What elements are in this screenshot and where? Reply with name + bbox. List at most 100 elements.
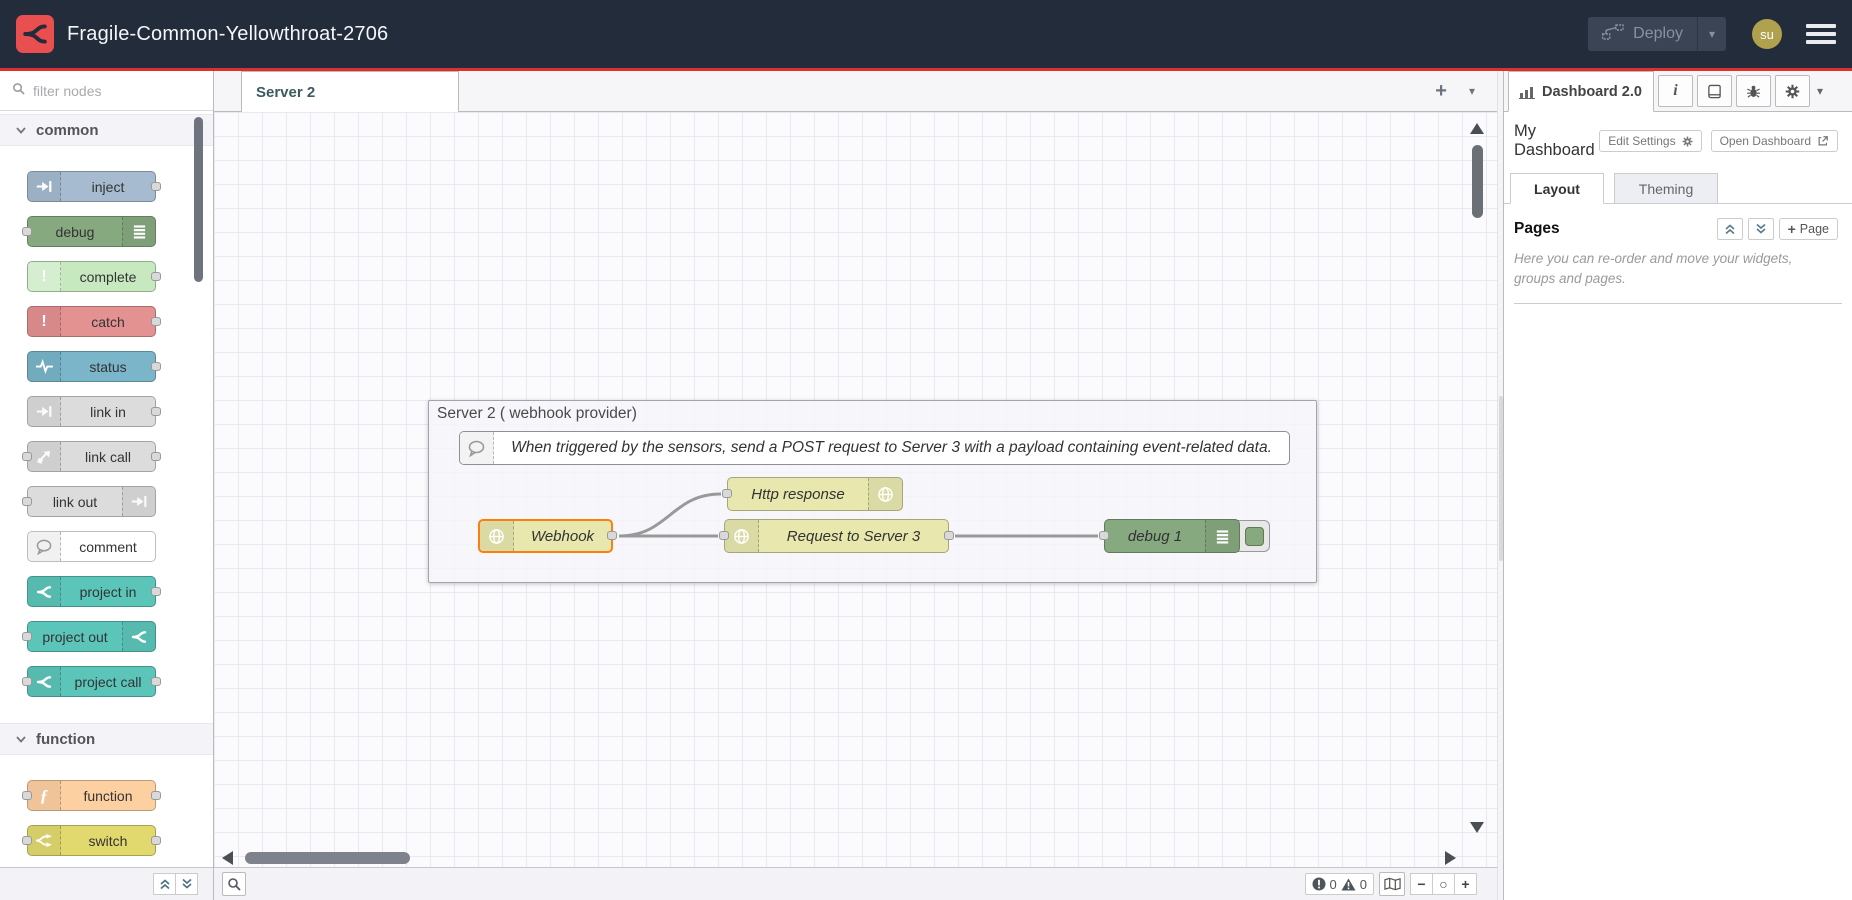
http-request-node[interactable]: Request to Server 3	[724, 519, 949, 553]
zoom-out-button[interactable]: −	[1410, 873, 1433, 895]
deploy-label: Deploy	[1633, 25, 1683, 43]
deploy-button-main[interactable]: Deploy	[1588, 24, 1697, 45]
double-chevron-down-icon	[181, 878, 193, 890]
project-link-icon	[28, 667, 61, 696]
input-port	[22, 632, 32, 641]
info-sidebar-button[interactable]: i	[1658, 75, 1693, 107]
link-out-icon	[122, 487, 155, 516]
workspace: Server 2 + ▾ Server 2 ( webhook provider…	[214, 71, 1497, 900]
palette-scroll-area[interactable]: common inject debug ! complete	[0, 111, 213, 867]
output-port	[151, 587, 161, 596]
http-response-node[interactable]: Http response	[727, 477, 903, 511]
gear-icon	[1682, 136, 1693, 147]
add-flow-button[interactable]: +	[1435, 80, 1447, 103]
palette-footer	[0, 867, 213, 900]
input-port[interactable]	[719, 531, 729, 540]
palette-node-catch[interactable]: ! catch	[27, 306, 156, 337]
tab-layout[interactable]: Layout	[1510, 173, 1604, 204]
input-port	[22, 227, 32, 236]
palette-node-project-in[interactable]: project in	[27, 576, 156, 607]
switch-fork-icon	[28, 826, 61, 855]
double-chevron-up-icon	[1724, 223, 1736, 235]
input-port[interactable]	[1099, 531, 1109, 540]
palette-node-project-out[interactable]: project out	[27, 621, 156, 652]
palette-node-comment[interactable]: comment	[27, 531, 156, 562]
palette-category-common-header[interactable]: common	[0, 114, 213, 146]
input-port[interactable]	[722, 489, 732, 498]
comment-bubble-icon	[460, 432, 494, 464]
comment-node[interactable]: When triggered by the sensors, send a PO…	[459, 431, 1290, 465]
double-chevron-up-icon	[159, 878, 171, 890]
wire-webhook-to-http-response[interactable]	[619, 494, 721, 536]
output-port[interactable]	[607, 531, 617, 540]
zoom-reset-button[interactable]: ○	[1432, 873, 1455, 895]
input-port	[22, 497, 32, 506]
debug-node[interactable]: debug 1	[1104, 519, 1240, 553]
move-page-down-button[interactable]	[1748, 218, 1774, 240]
flow-canvas[interactable]: Server 2 ( webhook provider) When trigge…	[214, 112, 1497, 867]
open-dashboard-button[interactable]: Open Dashboard	[1711, 130, 1838, 152]
error-count: 0	[1330, 877, 1337, 892]
palette-node-status[interactable]: status	[27, 351, 156, 382]
palette-node-link-in[interactable]: link in	[27, 396, 156, 427]
add-page-button[interactable]: + Page	[1779, 218, 1838, 240]
search-flows-button[interactable]	[222, 872, 246, 896]
dashboard-subtabs: Layout Theming	[1504, 173, 1852, 204]
notification-counts[interactable]: 0 0	[1305, 873, 1374, 895]
palette-node-link-call[interactable]: link call	[27, 441, 156, 472]
comment-bubble-icon	[28, 532, 61, 561]
input-port	[22, 791, 32, 800]
workspace-footer: 0 0 − ○ +	[214, 867, 1497, 900]
user-avatar[interactable]: su	[1752, 19, 1782, 49]
palette-scrollbar[interactable]	[194, 117, 203, 282]
tab-theming[interactable]: Theming	[1614, 173, 1718, 204]
palette-category-function-header[interactable]: function	[0, 723, 213, 755]
main-menu-icon[interactable]	[1806, 24, 1836, 44]
tab-server-2[interactable]: Server 2	[241, 71, 459, 112]
palette-node-complete[interactable]: ! complete	[27, 261, 156, 292]
palette-filter-input[interactable]	[33, 83, 183, 99]
project-link-icon	[28, 577, 61, 606]
sidebar-menu-caret[interactable]: ▾	[1817, 84, 1823, 98]
output-port	[151, 677, 161, 686]
navigator-button[interactable]	[1379, 872, 1405, 896]
exclamation-icon: !	[28, 262, 61, 291]
palette-node-project-call[interactable]: project call	[27, 666, 156, 697]
palette-node-switch[interactable]: switch	[27, 825, 156, 856]
link-call-icon	[28, 442, 61, 471]
info-icon: i	[1673, 82, 1677, 100]
flowfuse-logo-icon	[16, 15, 54, 53]
gear-icon	[1785, 84, 1800, 99]
deploy-button[interactable]: Deploy ▾	[1588, 17, 1726, 51]
webhook-node-selected[interactable]: Webhook	[478, 519, 613, 553]
config-sidebar-button[interactable]	[1775, 75, 1810, 107]
bar-chart-icon	[1519, 85, 1535, 99]
palette-search[interactable]	[0, 71, 213, 111]
chevron-down-icon	[16, 736, 26, 743]
map-icon	[1384, 877, 1401, 891]
project-link-icon	[122, 622, 155, 651]
node-label: Webhook	[514, 521, 611, 551]
search-icon	[12, 82, 25, 100]
output-port[interactable]	[944, 531, 954, 540]
sidebar-separator[interactable]	[1497, 71, 1504, 900]
edit-settings-button[interactable]: Edit Settings	[1599, 130, 1701, 152]
palette-node-link-out[interactable]: link out	[27, 486, 156, 517]
debug-sidebar-button[interactable]	[1736, 75, 1771, 107]
palette-node-debug[interactable]: debug	[27, 216, 156, 247]
output-port	[151, 452, 161, 461]
tab-dashboard-2[interactable]: Dashboard 2.0	[1508, 71, 1654, 112]
deploy-options-caret[interactable]: ▾	[1698, 27, 1726, 41]
expand-categories-button[interactable]	[175, 873, 198, 895]
palette-node-inject[interactable]: inject	[27, 171, 156, 202]
help-sidebar-button[interactable]	[1697, 75, 1732, 107]
collapse-categories-button[interactable]	[153, 873, 176, 895]
comment-text: When triggered by the sensors, send a PO…	[494, 432, 1289, 464]
pages-section-title: Pages	[1514, 220, 1560, 238]
flow-list-caret[interactable]: ▾	[1469, 84, 1475, 98]
zoom-in-button[interactable]: +	[1454, 873, 1477, 895]
palette-node-function[interactable]: ƒ function	[27, 780, 156, 811]
page-title: Fragile-Common-Yellowthroat-2706	[67, 23, 388, 46]
sidebar-tabbar: Dashboard 2.0 i ▾	[1504, 71, 1852, 112]
move-page-up-button[interactable]	[1717, 218, 1743, 240]
